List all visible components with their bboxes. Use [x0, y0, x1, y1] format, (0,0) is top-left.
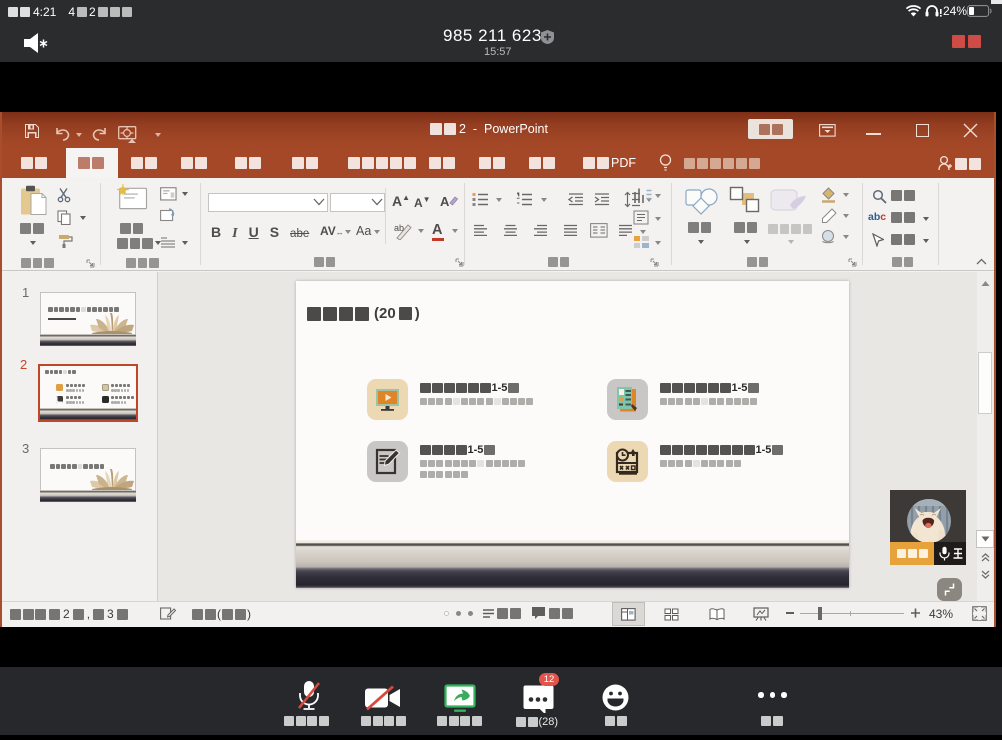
- svg-text:A: A: [440, 194, 450, 209]
